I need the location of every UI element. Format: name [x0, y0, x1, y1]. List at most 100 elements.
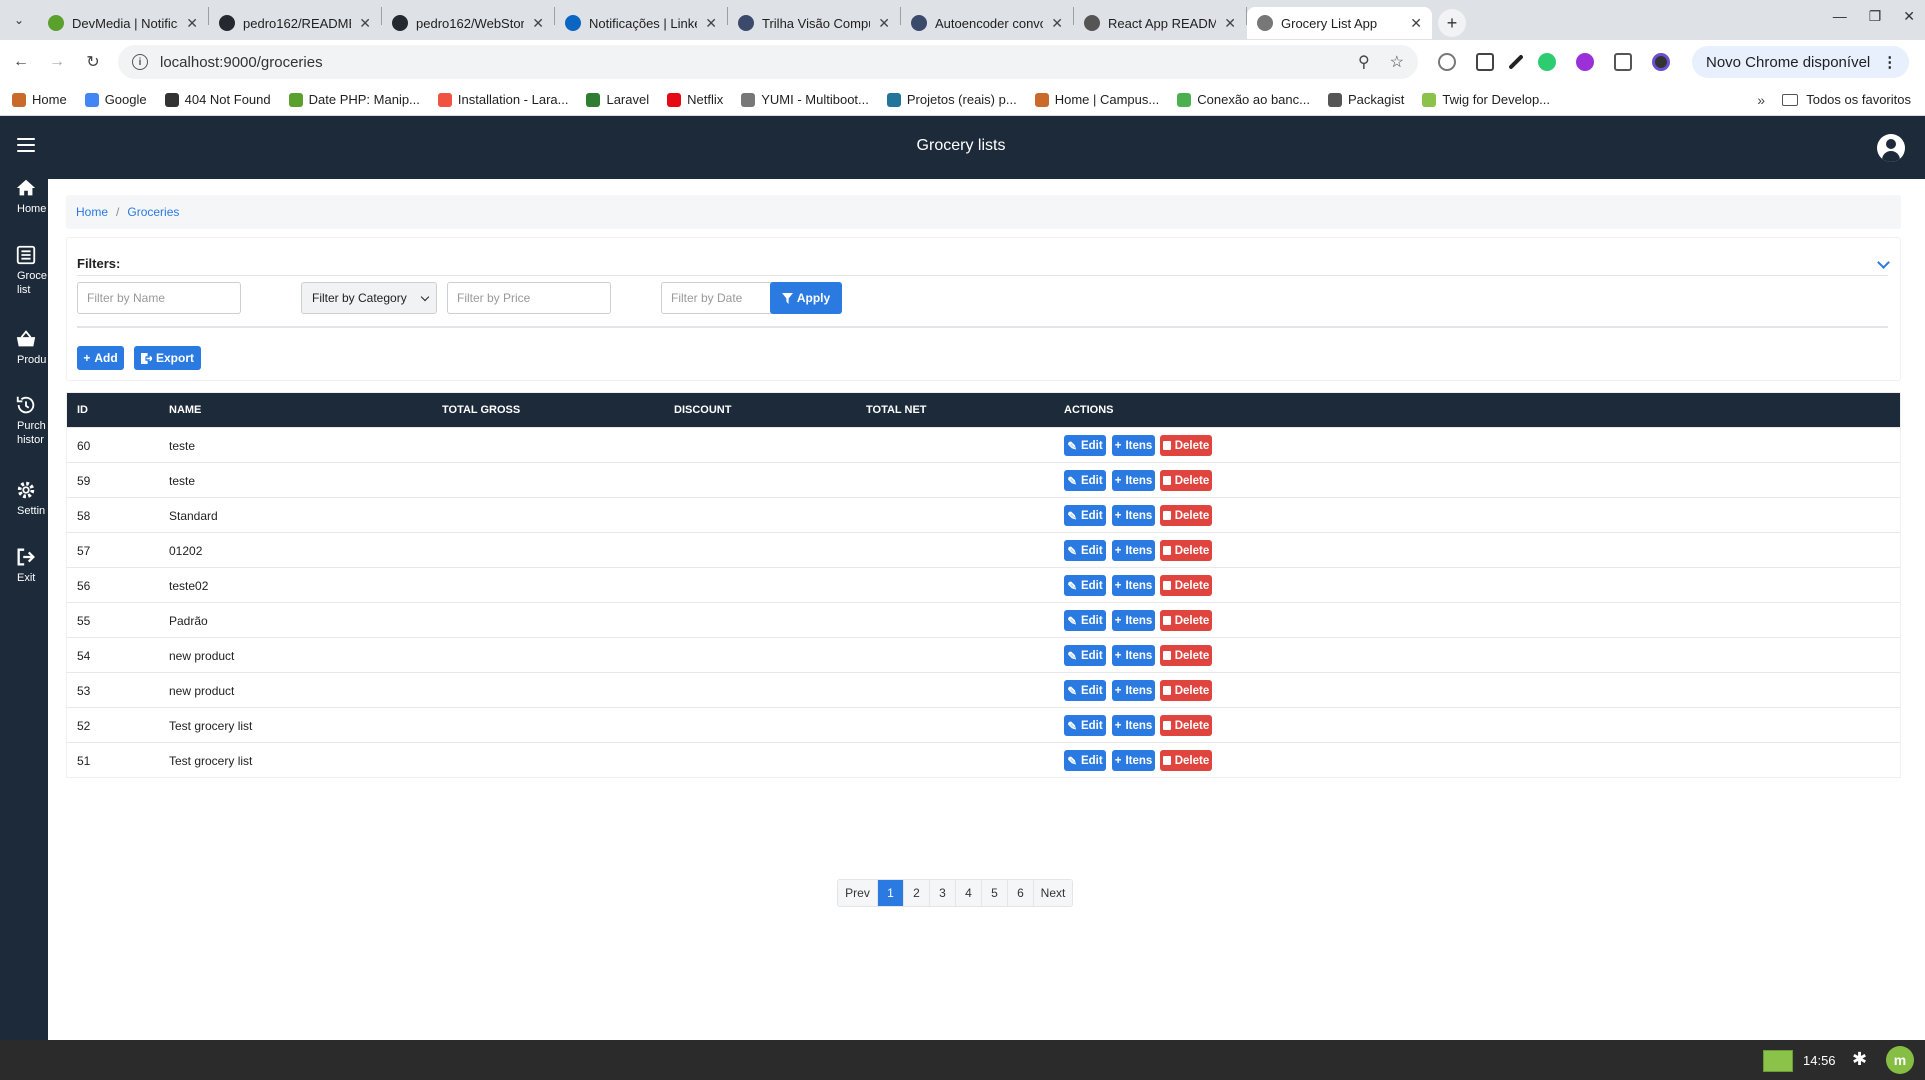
add-button[interactable]: + Add [77, 346, 124, 370]
delete-button[interactable]: Delete [1160, 435, 1212, 456]
bookmark-item[interactable]: Laravel [586, 92, 649, 107]
delete-button[interactable]: Delete [1160, 575, 1212, 596]
browser-tab[interactable]: Trilha Visão Computac ✕ [728, 7, 900, 39]
chrome-update-button[interactable]: Novo Chrome disponível ⋮ [1692, 46, 1910, 78]
address-bar[interactable]: i localhost:9000/groceries ⚲ ☆ [118, 45, 1418, 79]
zoom-icon[interactable]: ⚲ [1358, 52, 1370, 72]
delete-button[interactable]: Delete [1160, 470, 1212, 491]
tab-close-icon[interactable]: ✕ [1051, 15, 1063, 32]
extension-icon[interactable] [1538, 53, 1556, 71]
pagination-page[interactable]: 2 [903, 880, 929, 906]
filter-price-input[interactable] [447, 282, 611, 314]
bookmark-item[interactable]: Google [84, 92, 147, 107]
bookmark-item[interactable]: Conexão ao banc... [1177, 92, 1310, 107]
delete-button[interactable]: Delete [1160, 505, 1212, 526]
close-window-icon[interactable]: ✕ [1903, 8, 1915, 25]
bookmark-item[interactable]: Twig for Develop... [1422, 92, 1550, 107]
minimize-icon[interactable]: — [1833, 8, 1847, 25]
puzzle-icon[interactable] [1614, 53, 1632, 71]
export-button[interactable]: Export [134, 346, 201, 370]
tab-close-icon[interactable]: ✕ [359, 15, 371, 32]
extension-icon[interactable] [1438, 53, 1456, 71]
filter-category-select[interactable]: Filter by Category [301, 282, 437, 314]
pagination-next[interactable]: Next [1033, 880, 1072, 906]
extension-icon[interactable] [1576, 53, 1594, 71]
sidebar-item-purchase-history[interactable]: Purch histor [0, 394, 48, 447]
edit-button[interactable]: ✎ Edit [1064, 435, 1106, 456]
sidebar-item-grocery-list[interactable]: Groce list [0, 244, 48, 297]
browser-tab[interactable]: Grocery List App ✕ [1247, 7, 1432, 39]
items-button[interactable]: + Itens [1112, 575, 1155, 596]
items-button[interactable]: + Itens [1112, 750, 1155, 771]
edit-button[interactable]: ✎ Edit [1064, 750, 1106, 771]
delete-button[interactable]: Delete [1160, 610, 1212, 631]
profile-avatar[interactable] [1652, 53, 1670, 71]
bookmark-item[interactable]: Packagist [1327, 92, 1404, 107]
tab-close-icon[interactable]: ✕ [705, 15, 717, 32]
edit-button[interactable]: ✎ Edit [1064, 540, 1106, 561]
tab-close-icon[interactable]: ✕ [186, 15, 198, 32]
items-button[interactable]: + Itens [1112, 680, 1155, 701]
bookmark-item[interactable]: Home [12, 92, 67, 107]
browser-tab[interactable]: pedro162/WebStore: Th ✕ [382, 7, 554, 39]
items-button[interactable]: + Itens [1112, 540, 1155, 561]
sidebar-item-home[interactable]: Home [0, 177, 48, 216]
filter-name-input[interactable] [77, 282, 241, 314]
bookmark-item[interactable]: Projetos (reais) p... [886, 92, 1017, 107]
items-button[interactable]: + Itens [1112, 610, 1155, 631]
extension-icon[interactable] [1476, 53, 1494, 71]
edit-button[interactable]: ✎ Edit [1064, 715, 1106, 736]
delete-button[interactable]: Delete [1160, 750, 1212, 771]
items-button[interactable]: + Itens [1112, 505, 1155, 526]
delete-button[interactable]: Delete [1160, 680, 1212, 701]
pagination-page[interactable]: 6 [1007, 880, 1033, 906]
bookmark-item[interactable]: Installation - Lara... [437, 92, 568, 107]
pagination-page[interactable]: 5 [981, 880, 1007, 906]
bookmark-item[interactable]: 404 Not Found [164, 92, 271, 107]
linux-mint-menu-icon[interactable]: m [1886, 1046, 1914, 1074]
tab-close-icon[interactable]: ✕ [532, 15, 544, 32]
sidebar-item-settings[interactable]: Settin [0, 479, 48, 518]
more-bookmarks-icon[interactable]: » [1757, 92, 1765, 108]
browser-tab[interactable]: Notificações | LinkedIn ✕ [555, 7, 727, 39]
edit-button[interactable]: ✎ Edit [1064, 505, 1106, 526]
pagination-page[interactable]: 4 [955, 880, 981, 906]
restore-icon[interactable]: ❐ [1869, 8, 1882, 25]
bookmark-item[interactable]: Date PHP: Manip... [288, 92, 420, 107]
browser-tab[interactable]: pedro162/README.md ✕ [209, 7, 381, 39]
edit-button[interactable]: ✎ Edit [1064, 575, 1106, 596]
items-button[interactable]: + Itens [1112, 470, 1155, 491]
browser-tab[interactable]: React App README Gui ✕ [1074, 7, 1246, 39]
delete-button[interactable]: Delete [1160, 645, 1212, 666]
breadcrumb-current-link[interactable]: Groceries [127, 205, 179, 219]
edit-button[interactable]: ✎ Edit [1064, 610, 1106, 631]
new-tab-button[interactable]: + [1438, 9, 1466, 37]
edit-button[interactable]: ✎ Edit [1064, 680, 1106, 701]
delete-button[interactable]: Delete [1160, 540, 1212, 561]
pagination-prev[interactable]: Prev [838, 880, 877, 906]
browser-tab[interactable]: DevMedia | Notificações ✕ [38, 7, 208, 39]
tab-close-icon[interactable]: ✕ [1410, 15, 1422, 32]
hamburger-menu-icon[interactable] [17, 138, 35, 156]
site-info-icon[interactable]: i [132, 54, 148, 70]
items-button[interactable]: + Itens [1112, 645, 1155, 666]
collapse-chevron-icon[interactable] [1877, 256, 1890, 269]
tab-close-icon[interactable]: ✕ [1224, 15, 1236, 32]
reload-icon[interactable]: ↻ [78, 52, 108, 72]
bluetooth-icon[interactable]: ✱ [1852, 1049, 1867, 1070]
url-text[interactable]: localhost:9000/groceries [160, 54, 1338, 71]
delete-button[interactable]: Delete [1160, 715, 1212, 736]
bookmark-item[interactable]: YUMI - Multiboot... [741, 92, 869, 107]
browser-tab[interactable]: Autoencoder convoluc ✕ [901, 7, 1073, 39]
tab-search-icon[interactable]: ⌄ [0, 13, 38, 27]
clock[interactable]: 14:56 [1803, 1053, 1836, 1068]
eyedropper-icon[interactable] [1508, 54, 1524, 70]
display-icon[interactable] [1763, 1050, 1793, 1072]
back-icon[interactable]: ← [6, 53, 36, 71]
items-button[interactable]: + Itens [1112, 715, 1155, 736]
edit-button[interactable]: ✎ Edit [1064, 645, 1106, 666]
bookmark-item[interactable]: Home | Campus... [1034, 92, 1159, 107]
edit-button[interactable]: ✎ Edit [1064, 470, 1106, 491]
apply-filter-button[interactable]: Apply [770, 282, 842, 314]
pagination-page[interactable]: 3 [929, 880, 955, 906]
